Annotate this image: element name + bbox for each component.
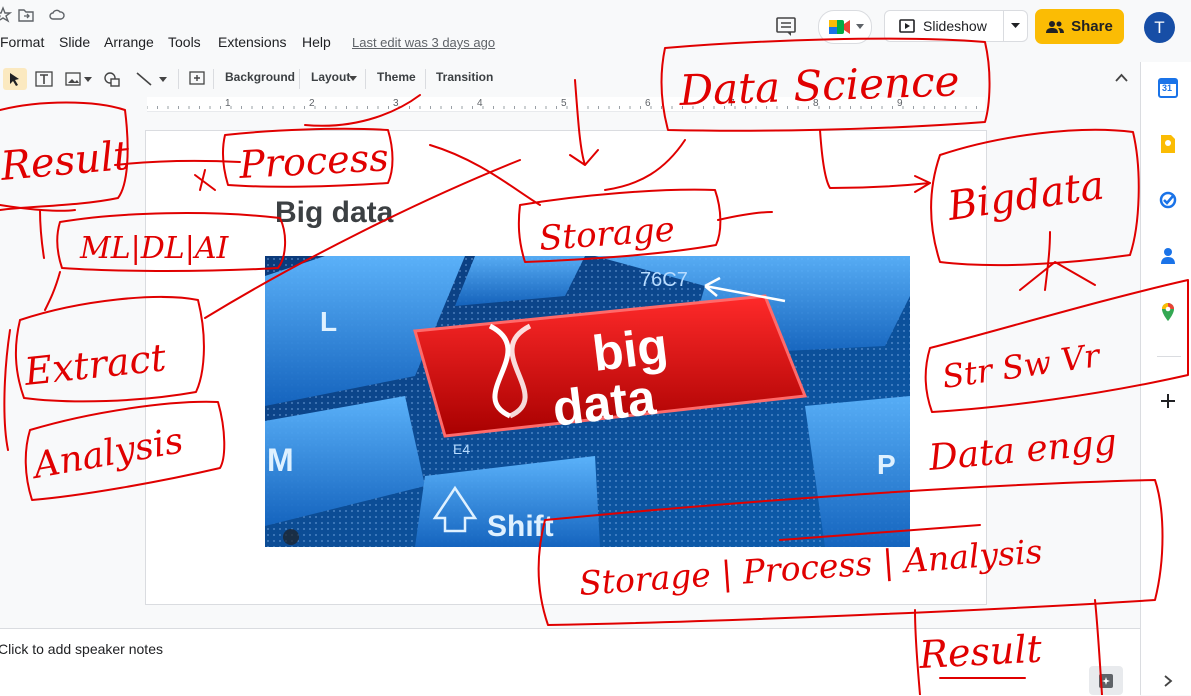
menu-extensions[interactable]: Extensions xyxy=(218,34,286,50)
expand-side-panel-icon[interactable] xyxy=(1157,670,1179,692)
letter-76c7: 76C7 xyxy=(640,269,688,291)
menu-slide[interactable]: Slide xyxy=(59,34,90,50)
result-box xyxy=(0,101,129,211)
last-edit-link[interactable]: Last edit was 3 days ago xyxy=(352,35,495,50)
lens-icon[interactable] xyxy=(283,529,299,545)
line-button[interactable] xyxy=(131,68,171,90)
speaker-notes-placeholder[interactable]: Click to add speaker notes xyxy=(0,641,163,657)
sparkle-icon xyxy=(1099,673,1113,688)
extract-left-bracket xyxy=(3,329,11,451)
ruler-mark: 5 xyxy=(561,98,567,109)
horizontal-ruler[interactable]: 1 2 3 4 5 6 7 8 9 xyxy=(147,97,985,112)
background-button[interactable]: Background xyxy=(225,70,295,84)
people-icon xyxy=(1046,20,1065,33)
ruler-mark: 4 xyxy=(477,98,483,109)
text-box-icon xyxy=(35,71,53,87)
menu-arrange[interactable]: Arrange xyxy=(104,34,154,50)
side-panel-divider xyxy=(1157,356,1181,357)
slideshow-label: Slideshow xyxy=(923,18,987,34)
tasks-glyph xyxy=(1159,191,1177,209)
chevron-down-icon xyxy=(83,76,92,82)
contacts-icon[interactable] xyxy=(1157,245,1179,267)
cursor-icon xyxy=(10,73,19,86)
toolbar-divider xyxy=(213,69,214,89)
meet-icon xyxy=(829,20,850,34)
slideshow-options-button[interactable] xyxy=(1004,10,1028,42)
text-box-button[interactable] xyxy=(33,68,55,90)
toolbar: Background Layout Theme Transition xyxy=(0,64,1140,94)
contacts-glyph xyxy=(1161,248,1175,264)
maps-glyph xyxy=(1162,303,1174,321)
annotation-result: Result xyxy=(0,133,132,190)
toolbar-divider xyxy=(299,69,300,89)
arrow-bigdata-strswvr xyxy=(1019,231,1096,291)
theme-button[interactable]: Theme xyxy=(377,70,416,84)
explore-button[interactable] xyxy=(1089,666,1123,695)
tasks-icon[interactable] xyxy=(1157,189,1179,211)
keep-glyph xyxy=(1161,135,1175,153)
cloud-status-icon[interactable] xyxy=(48,6,66,24)
layout-button[interactable]: Layout xyxy=(311,70,350,84)
toolbar-divider xyxy=(178,69,179,89)
menu-tools[interactable]: Tools xyxy=(168,34,201,50)
ruler-mark: 3 xyxy=(393,98,399,109)
letter-m: M xyxy=(267,442,294,478)
menu-help[interactable]: Help xyxy=(302,34,331,50)
side-panel xyxy=(1140,62,1191,695)
chevron-down-icon xyxy=(1011,23,1020,28)
top-bar: Format Slide Arrange Tools Extensions He… xyxy=(0,0,1175,62)
star-icon[interactable] xyxy=(0,6,12,24)
ruler-mark: 6 xyxy=(645,98,651,109)
arrow-result-ml xyxy=(39,209,61,311)
keep-icon[interactable] xyxy=(1157,133,1179,155)
meet-button[interactable] xyxy=(818,10,872,44)
calendar-day: 31 xyxy=(1162,83,1173,93)
ruler-mark: 2 xyxy=(309,98,315,109)
shape-button[interactable] xyxy=(101,68,123,90)
add-comment-icon xyxy=(189,71,205,85)
image-icon xyxy=(64,72,81,86)
share-button[interactable]: Share xyxy=(1035,9,1124,44)
ruler-mark: 8 xyxy=(813,98,819,109)
speaker-notes[interactable]: Click to add speaker notes xyxy=(0,628,1140,696)
avatar[interactable]: T xyxy=(1144,12,1175,43)
toolbar-divider xyxy=(365,69,366,89)
transition-button[interactable]: Transition xyxy=(436,70,493,84)
letter-l: L xyxy=(320,306,337,337)
chevron-down-icon xyxy=(349,76,357,81)
plus-glyph xyxy=(1161,394,1175,408)
letter-e4: E4 xyxy=(453,441,470,457)
maps-icon[interactable] xyxy=(1157,301,1179,323)
chevron-right-glyph xyxy=(1164,675,1173,687)
select-tool-button[interactable] xyxy=(3,68,27,90)
ruler-mark: 1 xyxy=(225,98,231,109)
move-folder-icon[interactable] xyxy=(17,6,35,24)
ruler-mark: 9 xyxy=(897,98,903,109)
share-label: Share xyxy=(1071,18,1113,35)
add-comment-button[interactable] xyxy=(186,68,208,90)
chevron-down-icon xyxy=(856,24,864,29)
slideshow-play-icon xyxy=(899,19,915,33)
chevron-down-icon xyxy=(159,76,167,82)
shape-icon xyxy=(104,72,120,87)
add-icon[interactable] xyxy=(1157,390,1179,412)
line-icon xyxy=(136,72,152,86)
letter-p: P xyxy=(877,449,896,480)
calendar-icon[interactable]: 31 xyxy=(1157,77,1179,99)
insert-image-button[interactable] xyxy=(61,68,95,90)
comment-history-icon[interactable] xyxy=(772,14,800,40)
ruler-mark: 7 xyxy=(729,98,735,109)
slide-title[interactable]: Big data xyxy=(275,196,393,230)
toolbar-divider xyxy=(425,69,426,89)
result-underline xyxy=(0,204,76,212)
menu-format[interactable]: Format xyxy=(0,34,44,50)
slideshow-button[interactable]: Slideshow xyxy=(884,10,1004,42)
shift-label: Shift xyxy=(487,510,554,543)
collapse-toolbar-icon[interactable] xyxy=(1115,73,1128,82)
big-data-keyboard-image[interactable]: big data L M E4 76C7 P Shift xyxy=(265,256,910,547)
